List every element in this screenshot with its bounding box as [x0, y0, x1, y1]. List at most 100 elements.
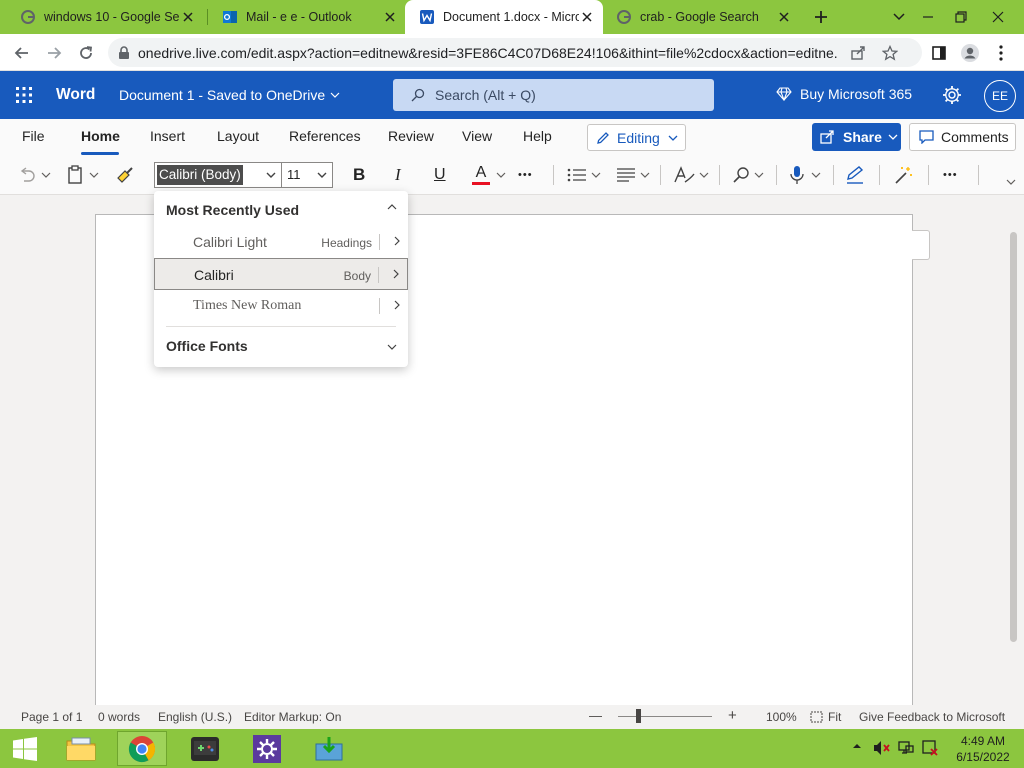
close-tab-icon[interactable]	[579, 9, 595, 25]
word-count[interactable]: 0 words	[98, 710, 140, 724]
close-window-icon[interactable]	[982, 0, 1014, 34]
paste-button[interactable]	[67, 162, 99, 188]
page-side-tab[interactable]	[912, 230, 930, 260]
new-tab-icon[interactable]	[805, 0, 837, 34]
office-fonts-header[interactable]: Office Fonts	[166, 338, 248, 354]
action-center-icon[interactable]	[922, 740, 938, 756]
comments-button[interactable]: Comments	[909, 123, 1016, 151]
settings-app-icon[interactable]	[242, 731, 292, 766]
bold-button[interactable]: B	[353, 162, 365, 188]
zoom-out-button[interactable]: —	[589, 708, 602, 723]
url-text[interactable]: onedrive.live.com/edit.aspx?action=editn…	[138, 45, 838, 61]
tab-help[interactable]: Help	[523, 128, 552, 144]
app-name[interactable]: Word	[56, 86, 95, 104]
tab-references[interactable]: References	[289, 128, 361, 144]
file-explorer-icon[interactable]	[56, 731, 106, 766]
zoom-in-button[interactable]: +	[728, 707, 737, 724]
page-count[interactable]: Page 1 of 1	[21, 710, 82, 724]
font-option-calibri-light[interactable]: Calibri Light Headings	[154, 226, 408, 258]
feedback-link[interactable]: Give Feedback to Microsoft	[859, 710, 1005, 724]
browser-tab[interactable]: Mail - e e - Outlook	[208, 0, 406, 34]
chevron-right-icon[interactable]	[394, 300, 400, 310]
lock-icon[interactable]	[118, 45, 130, 60]
font-option-times-new-roman[interactable]: Times New Roman	[154, 290, 408, 322]
editor-button[interactable]	[845, 162, 865, 188]
vertical-scrollbar[interactable]	[1010, 232, 1017, 642]
side-panel-icon[interactable]	[925, 39, 953, 67]
font-name-combobox[interactable]: Calibri (Body)	[154, 162, 282, 188]
editing-mode-button[interactable]: Editing	[587, 124, 686, 151]
tab-layout[interactable]: Layout	[217, 128, 259, 144]
recent-fonts-header[interactable]: Most Recently Used	[166, 202, 299, 218]
zoom-slider-thumb[interactable]	[636, 709, 641, 723]
language-status[interactable]: English (U.S.)	[158, 710, 232, 724]
chevron-down-icon[interactable]	[316, 169, 328, 181]
browser-tab[interactable]: windows 10 - Google Sea	[6, 0, 204, 34]
back-icon[interactable]	[8, 39, 36, 67]
show-hidden-icons-chevron-icon[interactable]	[852, 743, 862, 749]
zoom-level[interactable]: 100%	[766, 710, 797, 724]
share-page-icon[interactable]	[850, 45, 866, 61]
font-color-button[interactable]: A	[472, 162, 506, 188]
fit-button[interactable]: Fit	[828, 710, 841, 724]
fit-icon[interactable]	[810, 711, 823, 723]
speaker-muted-icon[interactable]	[873, 740, 891, 756]
kebab-menu-icon[interactable]	[987, 39, 1015, 67]
buy-microsoft-365-button[interactable]: Buy Microsoft 365	[776, 86, 912, 102]
chevron-right-icon[interactable]	[394, 236, 400, 246]
app-launcher-icon[interactable]	[12, 83, 36, 107]
chevron-down-icon[interactable]	[265, 169, 277, 181]
document-title[interactable]: Document 1 - Saved to OneDrive	[119, 87, 340, 103]
format-painter-button[interactable]	[115, 162, 135, 188]
font-size-value[interactable]: 11	[287, 167, 301, 182]
styles-button[interactable]	[673, 162, 709, 188]
profile-icon[interactable]	[956, 39, 984, 67]
tab-insert[interactable]: Insert	[150, 128, 185, 144]
game-app-icon[interactable]	[180, 731, 230, 766]
undo-button[interactable]	[17, 162, 51, 188]
more-options-button[interactable]: •••	[943, 162, 958, 188]
close-tab-icon[interactable]	[382, 9, 398, 25]
tab-search-chevron-icon[interactable]	[883, 0, 915, 34]
tab-file[interactable]: File	[22, 128, 45, 144]
windows-start-icon[interactable]	[0, 731, 50, 766]
font-name-value[interactable]: Calibri (Body)	[157, 165, 243, 185]
tab-home[interactable]: Home	[81, 128, 120, 144]
bullets-button[interactable]	[567, 162, 601, 188]
find-button[interactable]	[732, 162, 764, 188]
network-icon[interactable]	[898, 740, 914, 756]
tab-review[interactable]: Review	[388, 128, 434, 144]
chevron-down-icon[interactable]	[387, 344, 397, 350]
reload-icon[interactable]	[72, 39, 100, 67]
system-clock[interactable]: 4:49 AM 6/15/2022	[948, 733, 1018, 765]
download-app-icon[interactable]	[304, 731, 354, 766]
browser-tab[interactable]: crab - Google Search	[602, 0, 800, 34]
close-tab-icon[interactable]	[180, 9, 196, 25]
chevron-up-icon[interactable]	[387, 204, 397, 210]
browser-tab-active[interactable]: Document 1.docx - Micro	[405, 0, 603, 34]
underline-button[interactable]: U	[434, 162, 446, 188]
designer-button[interactable]	[893, 162, 913, 188]
search-input[interactable]: Search (Alt + Q)	[393, 79, 714, 111]
italic-button[interactable]: I	[395, 162, 401, 188]
tab-view[interactable]: View	[462, 128, 492, 144]
dictate-button[interactable]	[789, 162, 821, 188]
collapse-ribbon-chevron-icon[interactable]	[1006, 177, 1016, 187]
forward-icon[interactable]	[40, 39, 68, 67]
zoom-slider-track[interactable]	[618, 716, 712, 717]
bookmark-star-icon[interactable]	[882, 44, 898, 61]
minimize-icon[interactable]	[912, 0, 944, 34]
restore-icon[interactable]	[945, 0, 977, 34]
avatar[interactable]: EE	[984, 80, 1016, 112]
font-size-combobox[interactable]: 11	[282, 162, 333, 188]
more-font-options-button[interactable]: •••	[518, 162, 533, 188]
address-bar[interactable]: onedrive.live.com/edit.aspx?action=editn…	[108, 38, 922, 67]
share-button[interactable]: Share	[812, 123, 901, 151]
close-tab-icon[interactable]	[776, 9, 792, 25]
gear-icon[interactable]	[941, 84, 963, 106]
chevron-right-icon[interactable]	[393, 269, 399, 279]
editor-markup-status[interactable]: Editor Markup: On	[244, 710, 341, 724]
align-button[interactable]	[616, 162, 650, 188]
chrome-icon[interactable]	[117, 731, 167, 766]
font-option-calibri[interactable]: Calibri Body	[154, 258, 408, 290]
